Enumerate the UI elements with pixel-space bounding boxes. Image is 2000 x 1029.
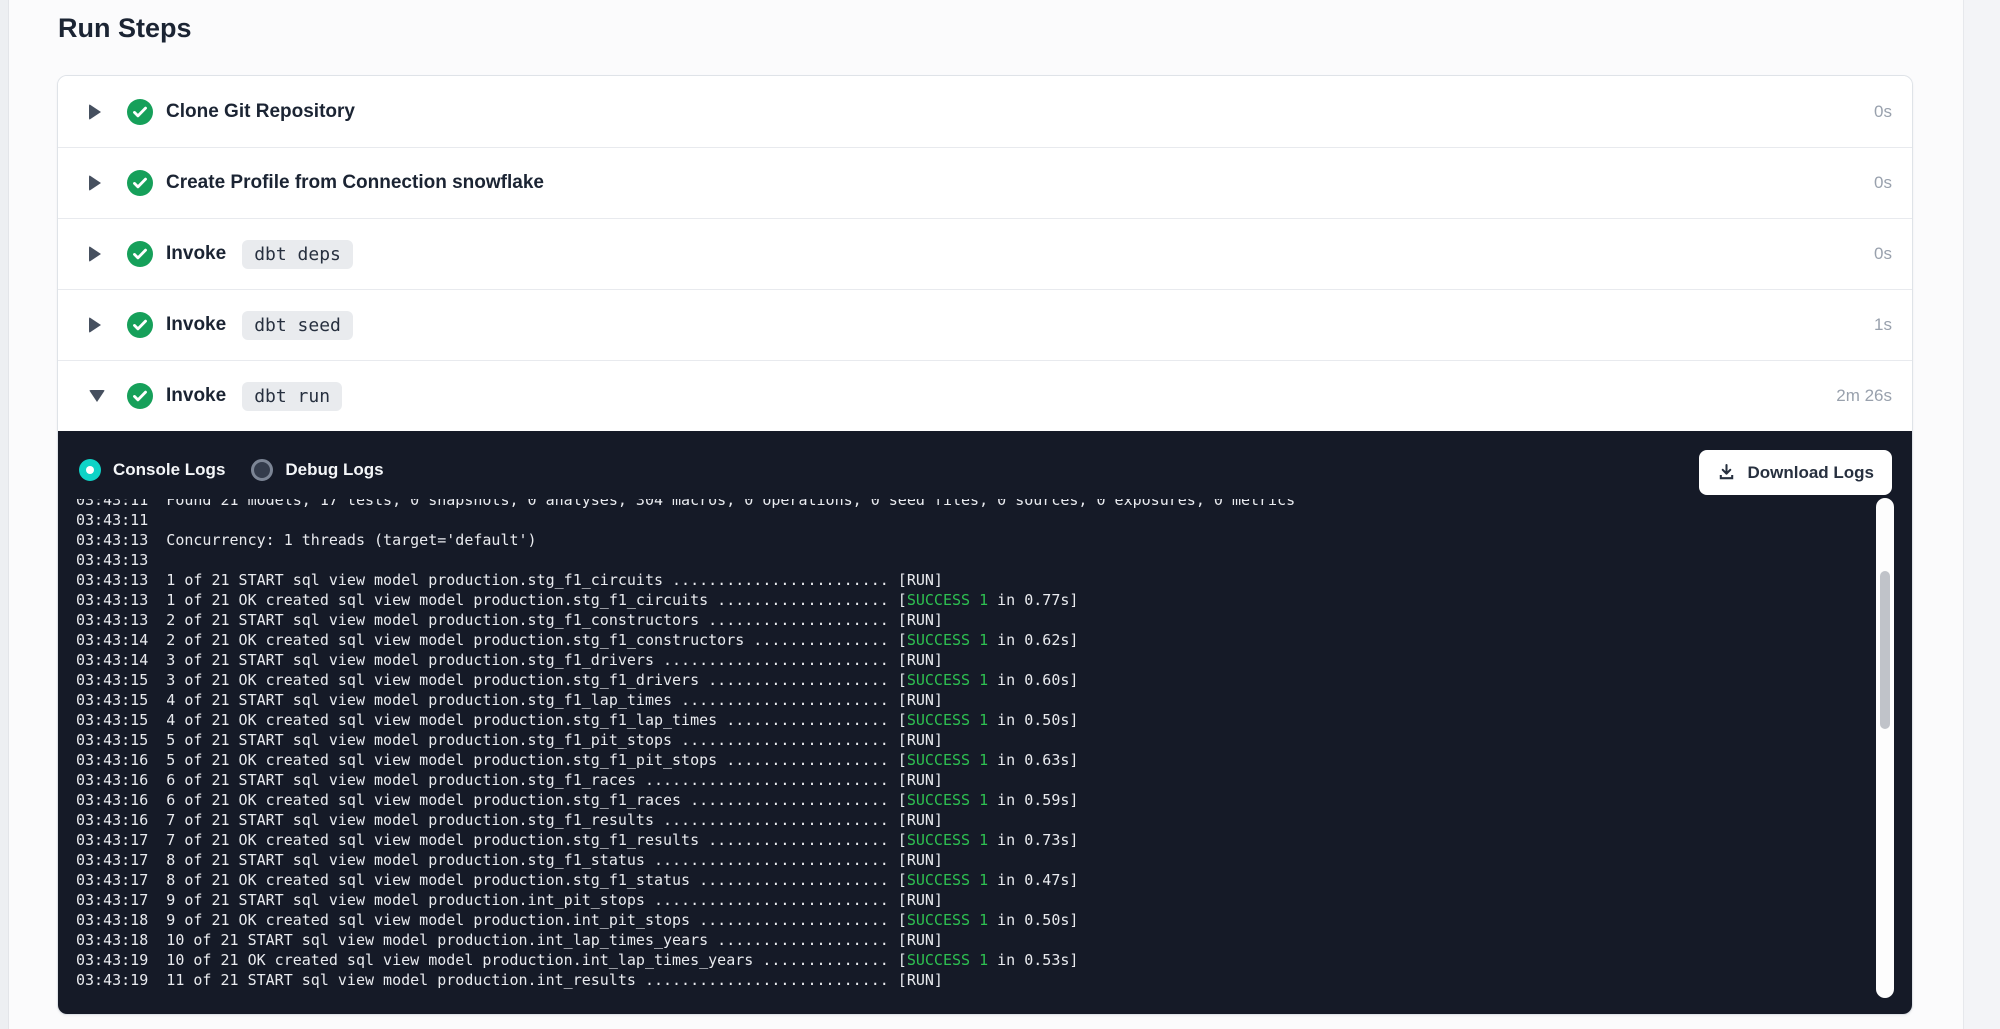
log-line: 03:43:17 8 of 21 START sql view model pr…: [76, 850, 1912, 870]
log-line: 03:43:16 5 of 21 OK created sql view mod…: [76, 750, 1912, 770]
log-line: 03:43:13 1 of 21 START sql view model pr…: [76, 570, 1912, 590]
log-scrollbar-thumb[interactable]: [1880, 571, 1890, 729]
step-label: Clone Git Repository: [166, 101, 355, 123]
log-lines: 03:43:11 Found 21 models, 17 tests, 0 sn…: [76, 499, 1912, 990]
log-line: 03:43:19 10 of 21 OK created sql view mo…: [76, 950, 1912, 970]
log-line: 03:43:19 11 of 21 START sql view model p…: [76, 970, 1912, 990]
log-line: 03:43:17 7 of 21 OK created sql view mod…: [76, 830, 1912, 850]
log-panel: Console Logs Debug Logs Download Logs 03…: [58, 431, 1912, 1015]
log-line: 03:43:13 1 of 21 OK created sql view mod…: [76, 590, 1912, 610]
log-line: 03:43:14 3 of 21 START sql view model pr…: [76, 650, 1912, 670]
run-steps-card: Clone Git Repository 0s Create Profile f…: [57, 75, 1913, 1015]
expander-caret-icon[interactable]: [89, 175, 105, 191]
console-log-output[interactable]: 03:43:11 Found 21 models, 17 tests, 0 sn…: [58, 499, 1912, 1006]
page-right-gutter: [1963, 0, 2000, 1029]
step-row[interactable]: Invoke dbt deps 0s: [58, 218, 1912, 289]
step-duration: 2m 26s: [1836, 386, 1892, 406]
log-line: 03:43:15 3 of 21 OK created sql view mod…: [76, 670, 1912, 690]
log-line: 03:43:13 Concurrency: 1 threads (target=…: [76, 530, 1912, 550]
log-line: 03:43:16 6 of 21 OK created sql view mod…: [76, 790, 1912, 810]
expander-caret-icon[interactable]: [89, 104, 105, 120]
log-tabs: Console Logs Debug Logs: [79, 459, 410, 481]
log-tab[interactable]: Console Logs: [79, 459, 225, 481]
step-duration: 0s: [1874, 244, 1892, 264]
log-line: 03:43:14 2 of 21 OK created sql view mod…: [76, 630, 1912, 650]
success-check-icon: [127, 383, 153, 409]
download-logs-button[interactable]: Download Logs: [1699, 450, 1892, 495]
page-title: Run Steps: [58, 12, 192, 45]
success-check-icon: [127, 312, 153, 338]
success-check-icon: [127, 170, 153, 196]
step-duration: 1s: [1874, 315, 1892, 335]
log-line: 03:43:11 Found 21 models, 17 tests, 0 sn…: [76, 499, 1912, 510]
log-line: 03:43:16 6 of 21 START sql view model pr…: [76, 770, 1912, 790]
log-line: 03:43:17 8 of 21 OK created sql view mod…: [76, 870, 1912, 890]
log-line: 03:43:15 5 of 21 START sql view model pr…: [76, 730, 1912, 750]
step-label: Invoke: [166, 243, 226, 265]
download-icon: [1717, 463, 1736, 482]
step-duration: 0s: [1874, 102, 1892, 122]
log-line: 03:43:15 4 of 21 OK created sql view mod…: [76, 710, 1912, 730]
step-row[interactable]: Invoke dbt seed 1s: [58, 289, 1912, 360]
log-line: 03:43:13: [76, 550, 1912, 570]
page-left-gutter: [0, 0, 9, 1029]
step-row[interactable]: Clone Git Repository 0s: [58, 76, 1912, 147]
success-check-icon: [127, 241, 153, 267]
step-label: Create Profile from Connection snowflake: [166, 172, 544, 194]
step-command-badge: dbt run: [242, 382, 342, 411]
step-duration: 0s: [1874, 173, 1892, 193]
expander-caret-icon[interactable]: [89, 390, 105, 402]
step-row[interactable]: Create Profile from Connection snowflake…: [58, 147, 1912, 218]
step-command-badge: dbt seed: [242, 311, 353, 340]
step-label: Invoke: [166, 314, 226, 336]
expander-caret-icon[interactable]: [89, 317, 105, 333]
step-command-badge: dbt deps: [242, 240, 353, 269]
log-line: 03:43:18 10 of 21 START sql view model p…: [76, 930, 1912, 950]
log-tab-label: Console Logs: [113, 460, 225, 480]
log-tab-label: Debug Logs: [285, 460, 383, 480]
log-line: 03:43:17 9 of 21 START sql view model pr…: [76, 890, 1912, 910]
expander-caret-icon[interactable]: [89, 246, 105, 262]
step-row[interactable]: Invoke dbt run 2m 26s: [58, 360, 1912, 431]
log-panel-header: Console Logs Debug Logs Download Logs: [58, 431, 1912, 501]
log-tab[interactable]: Debug Logs: [251, 459, 383, 481]
radio-icon[interactable]: [251, 459, 273, 481]
log-line: 03:43:11: [76, 510, 1912, 530]
log-line: 03:43:18 9 of 21 OK created sql view mod…: [76, 910, 1912, 930]
log-line: 03:43:15 4 of 21 START sql view model pr…: [76, 690, 1912, 710]
radio-icon[interactable]: [79, 459, 101, 481]
success-check-icon: [127, 99, 153, 125]
log-scrollbar-track[interactable]: [1876, 498, 1894, 998]
run-steps-list: Clone Git Repository 0s Create Profile f…: [58, 76, 1912, 431]
log-line: 03:43:13 2 of 21 START sql view model pr…: [76, 610, 1912, 630]
step-label: Invoke: [166, 385, 226, 407]
download-logs-label: Download Logs: [1747, 463, 1874, 483]
log-line: 03:43:16 7 of 21 START sql view model pr…: [76, 810, 1912, 830]
